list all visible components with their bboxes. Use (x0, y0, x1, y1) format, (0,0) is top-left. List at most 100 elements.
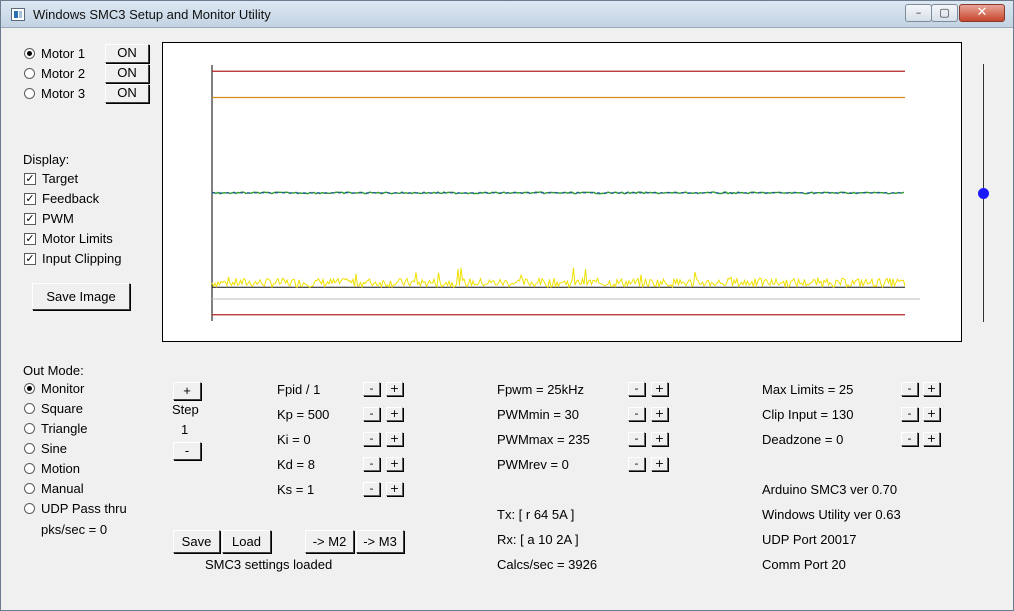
fpid-label: Fpid / 1 (277, 382, 321, 397)
kp-plus-button[interactable]: + (386, 407, 403, 421)
deadzone-label: Deadzone = 0 (762, 432, 844, 447)
square-label: Square (41, 401, 83, 416)
sine-label: Sine (41, 441, 68, 456)
load-button[interactable]: Load (222, 530, 271, 553)
ks-minus-button[interactable]: - (363, 482, 380, 496)
clip-input-plus-button[interactable]: + (923, 407, 940, 421)
minimize-button[interactable]: – (905, 4, 932, 22)
motor-2-radio[interactable] (24, 68, 35, 79)
motor-3-radio[interactable] (24, 88, 35, 99)
motor-limits-label: Motor Limits (42, 231, 113, 246)
deadzone-plus-button[interactable]: + (923, 432, 940, 446)
plot-area (162, 42, 962, 342)
fpwm-label: Fpwm = 25kHz (497, 382, 585, 397)
manual-label: Manual (41, 481, 84, 496)
utility-version: Windows Utility ver 0.63 (762, 507, 901, 522)
pwmrev-plus-button[interactable]: + (651, 457, 668, 471)
step-plus-button[interactable]: + (173, 382, 201, 400)
step-value: 1 (181, 422, 189, 437)
pwm-series (211, 267, 906, 289)
pwm-label: PWM (42, 211, 74, 226)
slider-thumb[interactable] (978, 187, 989, 199)
triangle-label: Triangle (41, 421, 88, 436)
udp-port: UDP Port 20017 (762, 532, 857, 547)
close-button[interactable]: ✕ (959, 4, 1005, 22)
motor-1-label: Motor 1 (41, 46, 86, 61)
monitor-chart (211, 65, 920, 321)
out-mode-heading: Out Mode: (23, 363, 84, 378)
fpwm-minus-button[interactable]: - (628, 382, 645, 396)
feedback-checkbox[interactable]: ✓ (24, 193, 36, 205)
pwmrev-minus-button[interactable]: - (628, 457, 645, 471)
max-limits-minus-button[interactable]: - (901, 382, 918, 396)
motion-radio[interactable] (24, 463, 35, 474)
save-button[interactable]: Save (173, 530, 220, 553)
ki-minus-button[interactable]: - (363, 432, 380, 446)
pwmmax-minus-button[interactable]: - (628, 432, 645, 446)
step-minus-button[interactable]: - (173, 442, 201, 460)
motion-label: Motion (41, 461, 81, 476)
monitor-label: Monitor (41, 381, 85, 396)
target-label: Target (42, 171, 79, 186)
kd-plus-button[interactable]: + (386, 457, 403, 471)
kp-minus-button[interactable]: - (363, 407, 380, 421)
udp-pass-thru-label: UDP Pass thru (41, 501, 127, 516)
copy-to-m2-button[interactable]: -> M2 (305, 530, 354, 553)
motor-2-label: Motor 2 (41, 66, 86, 81)
ki-plus-button[interactable]: + (386, 432, 403, 446)
deadzone-minus-button[interactable]: - (901, 432, 918, 446)
pwmmin-minus-button[interactable]: - (628, 407, 645, 421)
motor-1-on-button[interactable]: ON (105, 44, 149, 63)
title-bar[interactable]: Windows SMC3 Setup and Monitor Utility –… (1, 1, 1013, 28)
fpwm-plus-button[interactable]: + (651, 382, 668, 396)
pwmmax-plus-button[interactable]: + (651, 432, 668, 446)
pks-sec-readout: pks/sec = 0 (41, 522, 108, 537)
tx-readout: Tx: [ r 64 5A ] (497, 507, 575, 522)
pwm-checkbox[interactable]: ✓ (24, 213, 36, 225)
kp-label: Kp = 500 (277, 407, 330, 422)
maximize-button[interactable]: ▢ (931, 4, 958, 22)
app-icon (11, 8, 25, 21)
ks-plus-button[interactable]: + (386, 482, 403, 496)
feedback-label: Feedback (42, 191, 100, 206)
max-limits-plus-button[interactable]: + (923, 382, 940, 396)
udp-pass-thru-radio[interactable] (24, 503, 35, 514)
comm-port: Comm Port 20 (762, 557, 846, 572)
square-radio[interactable] (24, 403, 35, 414)
sine-radio[interactable] (24, 443, 35, 454)
target-checkbox[interactable]: ✓ (24, 173, 36, 185)
monitor-radio[interactable] (24, 383, 35, 394)
fpid-plus-button[interactable]: + (386, 382, 403, 396)
motor-limits-checkbox[interactable]: ✓ (24, 233, 36, 245)
save-image-button[interactable]: Save Image (32, 283, 130, 310)
ki-label: Ki = 0 (277, 432, 311, 447)
pwmmin-label: PWMmin = 30 (497, 407, 579, 422)
app-window: Windows SMC3 Setup and Monitor Utility –… (0, 0, 1014, 611)
settings-status: SMC3 settings loaded (205, 557, 333, 572)
pwmmin-plus-button[interactable]: + (651, 407, 668, 421)
step-label: Step (172, 402, 199, 417)
kd-minus-button[interactable]: - (363, 457, 380, 471)
window-title: Windows SMC3 Setup and Monitor Utility (33, 7, 271, 22)
display-heading: Display: (23, 152, 70, 167)
input-clipping-label: Input Clipping (42, 251, 122, 266)
motor-2-on-button[interactable]: ON (105, 64, 149, 83)
max-limits-label: Max Limits = 25 (762, 382, 854, 397)
pwmmax-label: PWMmax = 235 (497, 432, 590, 447)
clip-input-minus-button[interactable]: - (901, 407, 918, 421)
motor-1-radio[interactable] (24, 48, 35, 59)
ks-label: Ks = 1 (277, 482, 315, 497)
motor-3-on-button[interactable]: ON (105, 84, 149, 103)
calcs-readout: Calcs/sec = 3926 (497, 557, 598, 572)
motor-3-label: Motor 3 (41, 86, 86, 101)
fpid-minus-button[interactable]: - (363, 382, 380, 396)
pwmrev-label: PWMrev = 0 (497, 457, 569, 472)
copy-to-m3-button[interactable]: -> M3 (356, 530, 404, 553)
manual-radio[interactable] (24, 483, 35, 494)
rx-readout: Rx: [ a 10 2A ] (497, 532, 579, 547)
kd-label: Kd = 8 (277, 457, 315, 472)
clip-input-label: Clip Input = 130 (762, 407, 854, 422)
arduino-version: Arduino SMC3 ver 0.70 (762, 482, 898, 497)
input-clipping-checkbox[interactable]: ✓ (24, 253, 36, 265)
triangle-radio[interactable] (24, 423, 35, 434)
